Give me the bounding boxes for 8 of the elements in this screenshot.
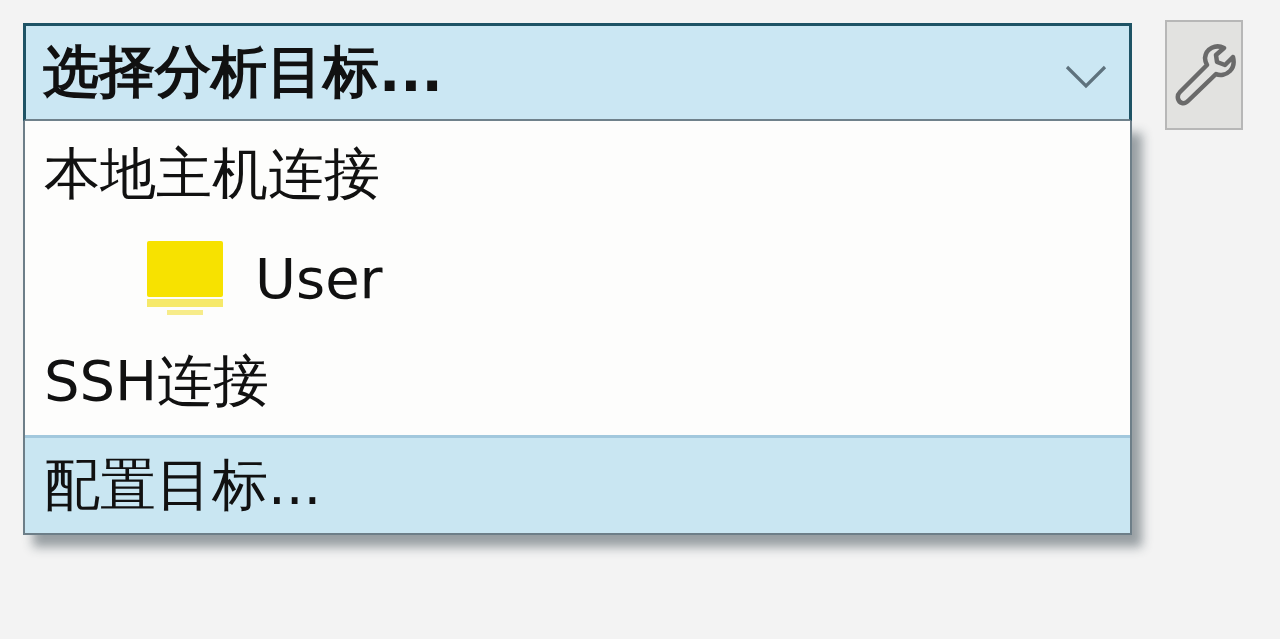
list-item[interactable]: User [25,228,1130,328]
chevron-down-icon [1065,64,1107,89]
list-item[interactable]: SSH连接 [25,328,1130,435]
list-item[interactable]: 本地主机连接 [25,121,1130,228]
target-select[interactable]: 选择分析目标... [23,23,1132,121]
monitor-icon [147,241,223,315]
settings-button[interactable] [1165,20,1243,130]
list-item[interactable]: 配置目标... [25,435,1130,533]
